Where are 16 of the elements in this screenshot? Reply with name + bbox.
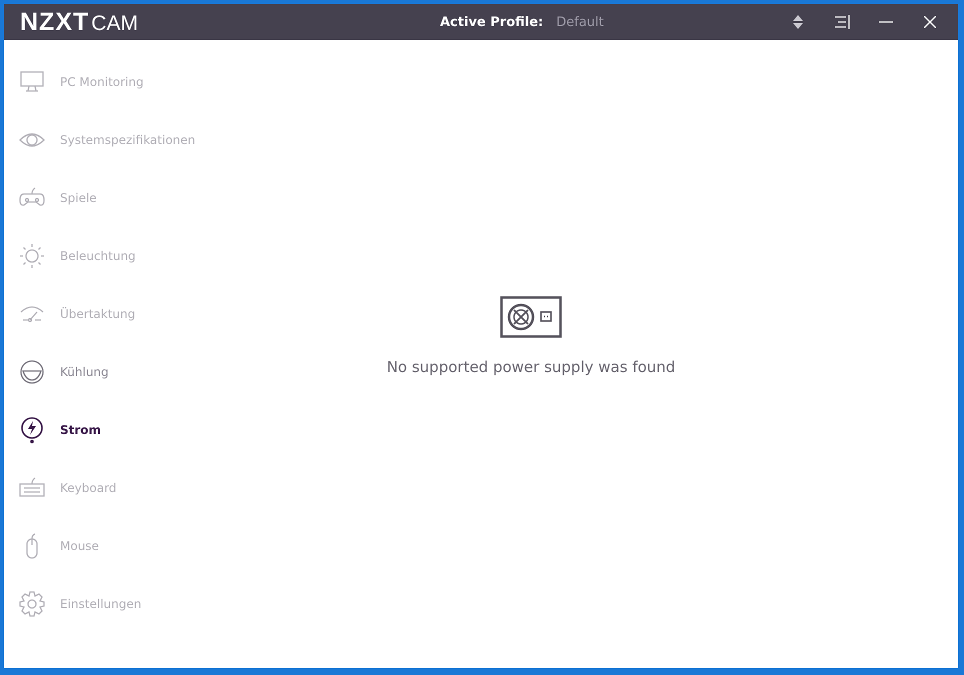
- up-down-arrows-icon: [793, 15, 803, 29]
- profile-label: Active Profile:: [440, 14, 544, 30]
- logo: NZXT: [20, 8, 90, 36]
- gear-icon: [18, 590, 46, 618]
- profile-value[interactable]: Default: [556, 14, 604, 30]
- nav-item[interactable]: Strom: [4, 401, 254, 459]
- lightning-icon: [18, 416, 46, 444]
- minimize-icon: [879, 21, 893, 23]
- menu-icon: [833, 15, 851, 29]
- empty-message: No supported power supply was found: [386, 358, 676, 376]
- close-icon: [924, 16, 936, 28]
- sun-icon: [18, 242, 46, 270]
- logo: CAM: [91, 12, 138, 36]
- fan-icon: [18, 358, 46, 386]
- nav-item[interactable]: Kühlung: [4, 343, 254, 401]
- power-supply-icon: [500, 296, 562, 338]
